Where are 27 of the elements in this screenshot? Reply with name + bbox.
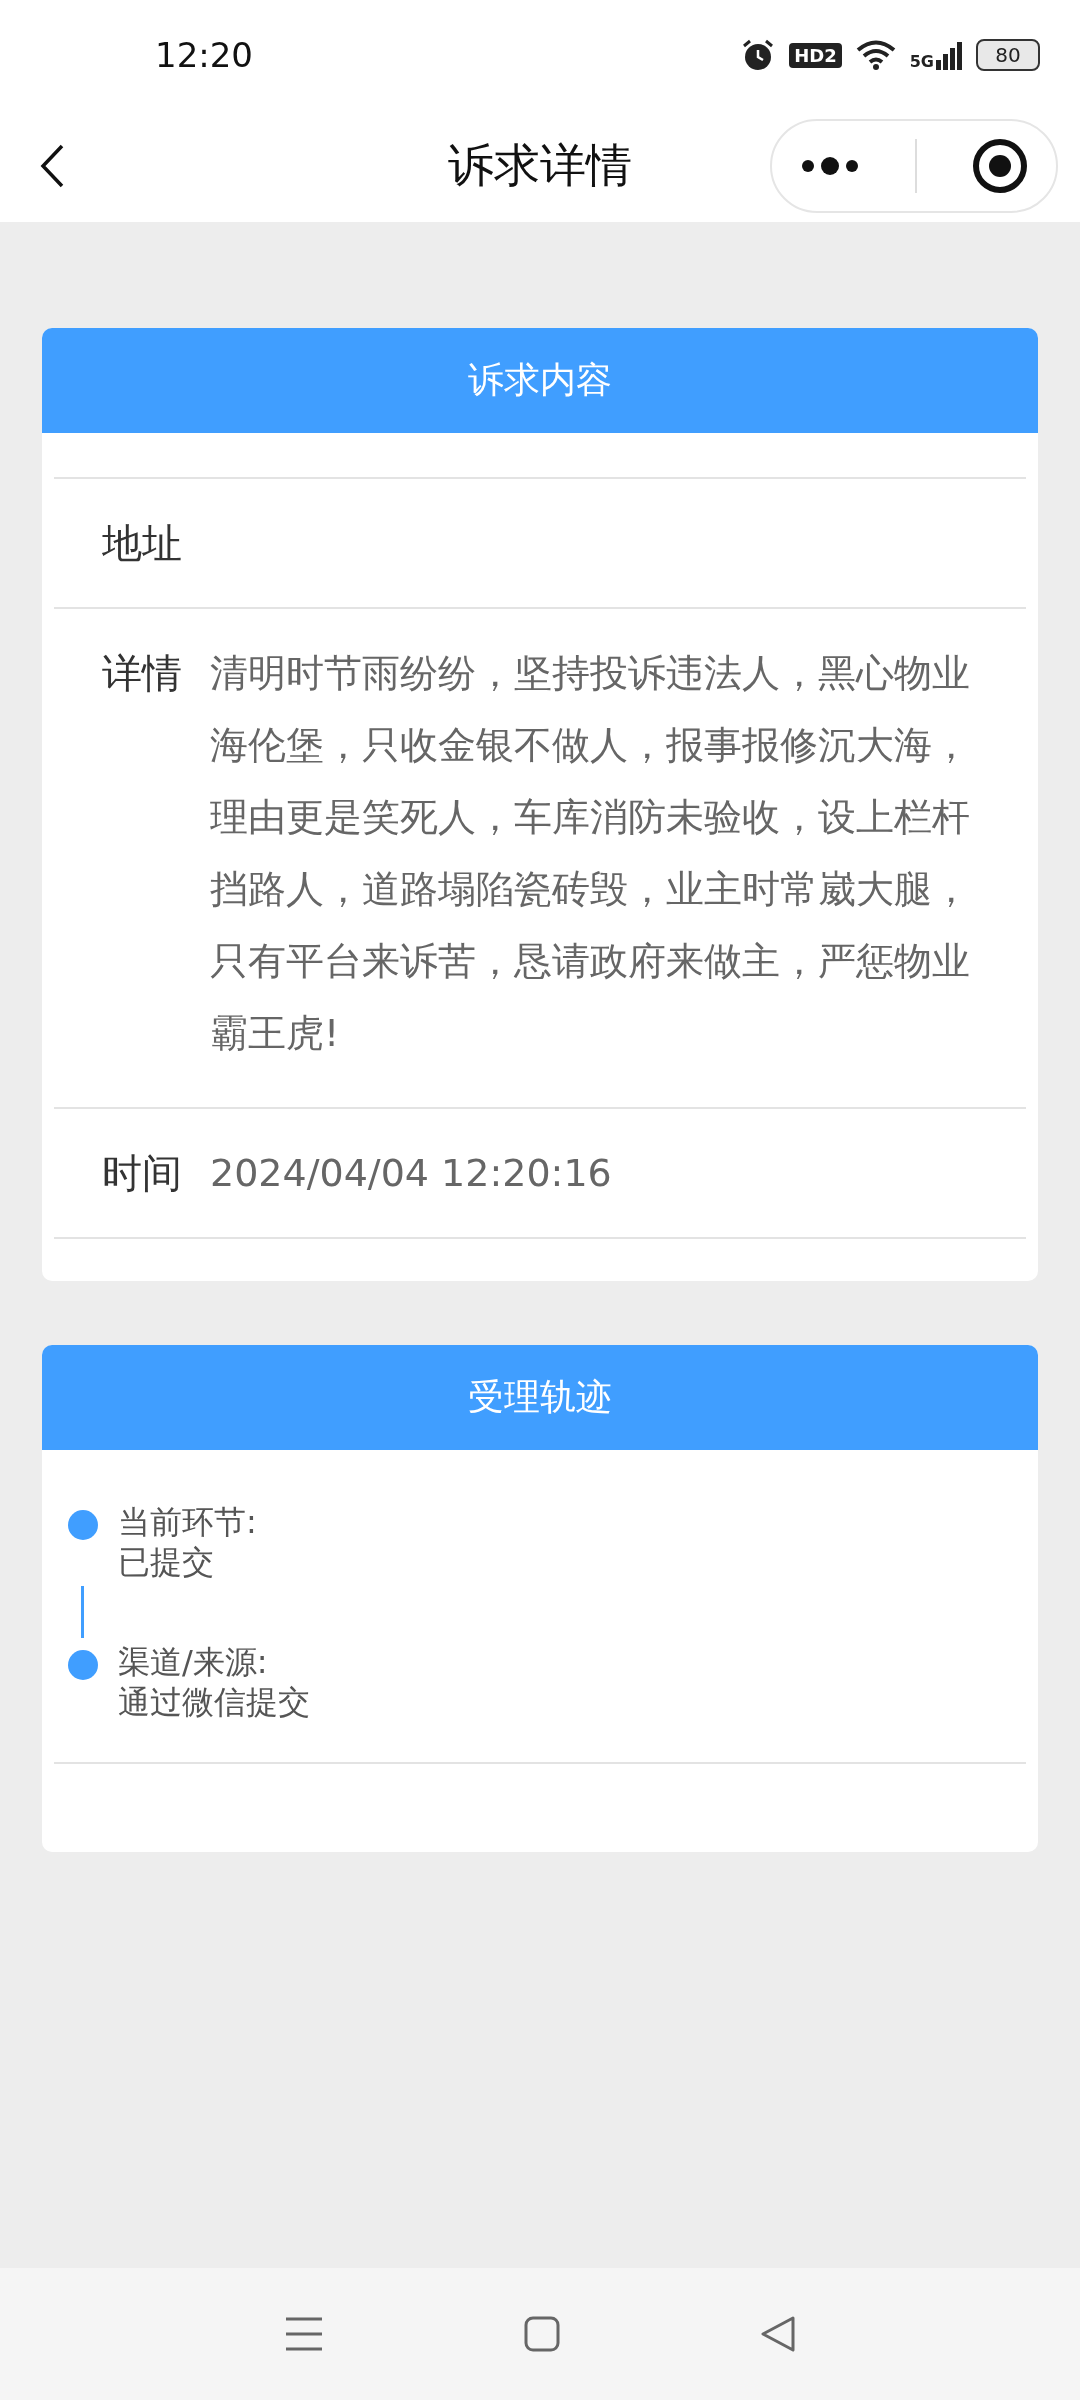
field-label: 地址 [102,519,183,568]
home-icon[interactable] [524,2316,560,2352]
step-label: 当前环节: [118,1502,257,1542]
timeline-connector [81,1586,84,1638]
field-value: 2024/04/04 12:20:16 [210,1150,612,1197]
more-icon[interactable] [799,156,860,176]
timeline-dot [68,1510,98,1540]
hd-badge: HD2 [789,42,842,68]
battery-level: 80 [976,39,1040,71]
wifi-icon [855,39,896,71]
alarm-clock-icon [741,38,776,72]
step-label: 渠道/来源: [118,1642,269,1682]
step-value: 通过微信提交 [118,1682,310,1722]
signal-icon [936,40,962,70]
back-icon[interactable] [40,144,64,188]
card-header: 受理轨迹 [42,1345,1038,1450]
page-title: 诉求详情 [448,138,632,192]
step-value: 已提交 [118,1542,215,1582]
network-type: 5G [909,54,934,70]
field-label: 时间 [102,1149,183,1198]
menu-icon[interactable] [284,2316,324,2352]
clock-time: 12:20 [155,35,253,75]
field-label: 详情 [102,649,183,698]
close-icon[interactable] [972,138,1029,194]
timeline-dot [68,1650,98,1680]
card-header: 诉求内容 [42,328,1038,433]
field-value: 清明时节雨纷纷，坚持投诉违法人，黑心物业海伦堡，只收金银不做人，报事报修沉大海，理由更是笑死人，车库消防未验收，设上栏杆挡路人，道路塌陷瓷砖毁，业主时常崴大腿，只有平台来诉苦，恳请政府来做主，严惩物业霸王虎! [210,650,970,1057]
